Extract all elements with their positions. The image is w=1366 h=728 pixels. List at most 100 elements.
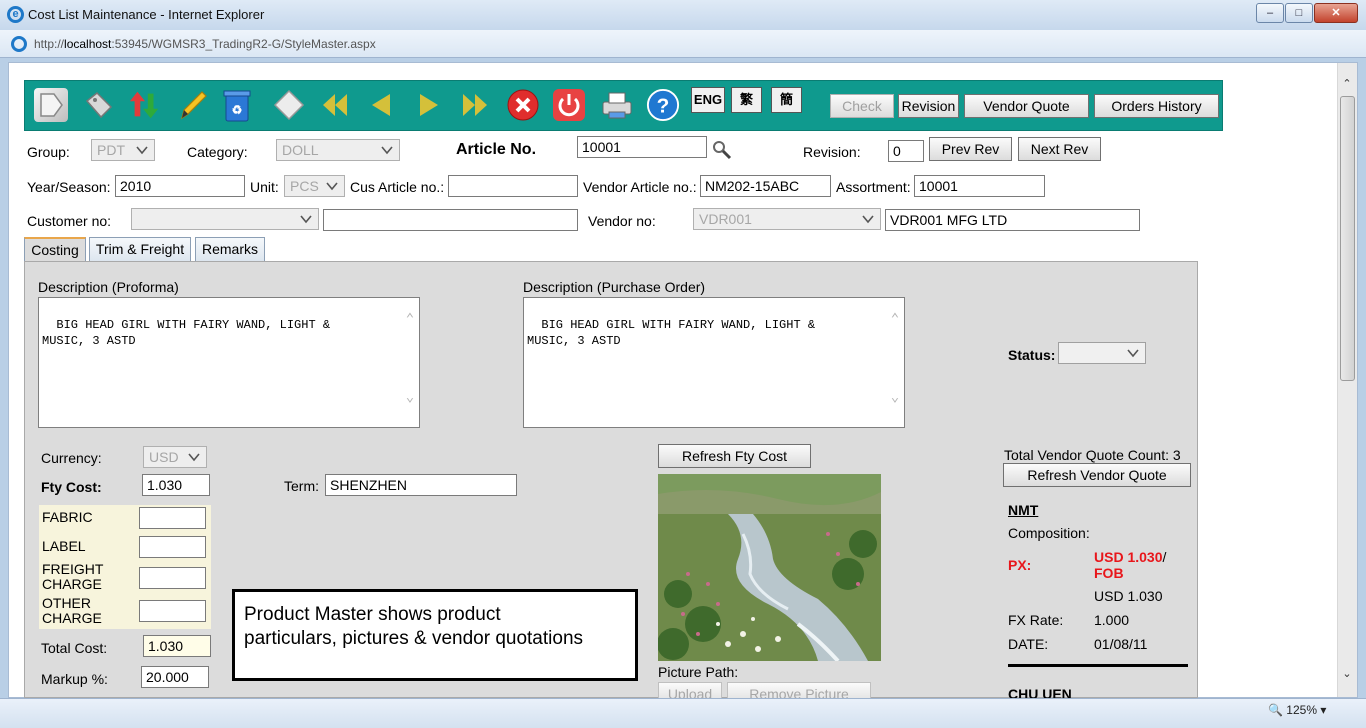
annotation-callout: Product Master shows product particulars… [232, 589, 638, 681]
date-value: 01/08/11 [1094, 636, 1148, 652]
chevron-down-icon [188, 453, 200, 462]
next-icon[interactable] [412, 88, 446, 122]
chevron-down-icon [381, 146, 393, 155]
lang-simplified-button[interactable]: 簡 [771, 87, 802, 113]
total-cost-input[interactable]: 1.030 [143, 635, 211, 657]
scrollbar-thumb[interactable] [1340, 96, 1355, 381]
new-icon[interactable] [34, 88, 68, 122]
edit-icon[interactable] [176, 88, 210, 122]
revision-input[interactable]: 0 [888, 140, 924, 162]
revision-label: Revision: [803, 144, 861, 160]
lang-eng-button[interactable]: ENG [691, 87, 725, 113]
px-label: PX: [1008, 557, 1032, 573]
cost-row-input[interactable] [139, 536, 206, 558]
scroll-down-icon[interactable]: ⌄ [1339, 666, 1355, 682]
px-usd-value: USD 1.030 [1094, 588, 1163, 604]
fx-rate-value: 1.000 [1094, 612, 1130, 628]
tag-icon[interactable] [82, 88, 116, 122]
unit-select[interactable]: PCS [284, 175, 345, 197]
group-select[interactable]: PDT [91, 139, 155, 161]
last-icon[interactable] [458, 88, 492, 122]
vendor-code-link[interactable]: NMT [1008, 502, 1038, 518]
close-button[interactable]: ✕ [1314, 3, 1358, 23]
vendor-no-label: Vendor no: [588, 213, 656, 229]
refresh-fty-cost-button[interactable]: Refresh Fty Cost [658, 444, 811, 468]
vendor-no-select[interactable]: VDR001 [693, 208, 881, 230]
page-ie-icon [11, 36, 27, 52]
ie-logo-icon: e [7, 6, 24, 23]
maximize-button[interactable]: □ [1285, 3, 1313, 23]
clear-icon[interactable] [272, 88, 306, 122]
desc-po-label: Description (Purchase Order) [523, 279, 706, 295]
cost-row-input[interactable] [139, 600, 206, 622]
group-label: Group: [27, 144, 70, 160]
customer-no-label: Customer no: [27, 213, 112, 229]
vendor-divider [1008, 664, 1188, 667]
cancel-icon[interactable] [506, 88, 540, 122]
status-select[interactable] [1058, 342, 1146, 364]
scroll-down-icon[interactable]: ⌄ [888, 390, 902, 406]
unit-label: Unit: [250, 179, 279, 195]
picture-path-label: Picture Path: [658, 664, 739, 680]
prev-rev-button[interactable]: Prev Rev [929, 137, 1012, 161]
cost-row-label: OTHER CHARGE [42, 595, 102, 626]
term-input[interactable]: SHENZHEN [325, 474, 517, 496]
markup-label: Markup %: [41, 671, 108, 687]
fty-cost-label: Fty Cost: [41, 479, 102, 495]
recycle-icon[interactable]: ♻ [220, 88, 254, 122]
url-text[interactable]: http://localhost:53945/WGMSR3_TradingR2-… [34, 37, 376, 51]
cus-article-label: Cus Article no.: [350, 179, 445, 195]
next-rev-button[interactable]: Next Rev [1018, 137, 1101, 161]
first-icon[interactable] [318, 88, 352, 122]
scroll-down-icon[interactable]: ⌄ [403, 390, 417, 406]
vendor-quote-button[interactable]: Vendor Quote [964, 94, 1089, 118]
minimize-button[interactable]: – [1256, 3, 1284, 23]
orders-history-button[interactable]: Orders History [1094, 94, 1219, 118]
refresh-vendor-quote-button[interactable]: Refresh Vendor Quote [1003, 463, 1191, 487]
chevron-down-icon [326, 182, 338, 191]
tab-trim-freight[interactable]: Trim & Freight [89, 237, 191, 261]
year-season-input[interactable]: 2010 [115, 175, 245, 197]
search-icon[interactable] [711, 139, 733, 161]
tab-costing[interactable]: Costing [24, 237, 86, 262]
tab-remarks[interactable]: Remarks [195, 237, 265, 261]
cost-row-label: LABEL [42, 538, 86, 554]
sort-icon[interactable] [128, 88, 162, 122]
markup-input[interactable]: 20.000 [141, 666, 209, 688]
cost-row-input[interactable] [139, 507, 206, 529]
scroll-up-icon[interactable]: ⌃ [1339, 76, 1355, 92]
desc-proforma-textarea[interactable]: BIG HEAD GIRL WITH FAIRY WAND, LIGHT & M… [38, 297, 420, 428]
cost-row-input[interactable] [139, 567, 206, 589]
svg-text:?: ? [657, 95, 670, 118]
lang-traditional-button[interactable]: 繁 [731, 87, 762, 113]
desc-proforma-label: Description (Proforma) [38, 279, 179, 295]
customer-name-input[interactable] [323, 209, 578, 231]
help-icon[interactable]: ? [646, 88, 680, 122]
vendor-name-input[interactable]: VDR001 MFG LTD [885, 209, 1140, 231]
fty-cost-input[interactable]: 1.030 [142, 474, 210, 496]
zoom-icon: 🔍 [1268, 703, 1283, 717]
term-label: Term: [284, 478, 319, 494]
px-term: FOB [1094, 565, 1124, 581]
power-icon[interactable] [552, 88, 586, 122]
desc-po-textarea[interactable]: BIG HEAD GIRL WITH FAIRY WAND, LIGHT & M… [523, 297, 905, 428]
currency-select[interactable]: USD [143, 446, 207, 468]
scroll-up-icon[interactable]: ⌃ [403, 312, 417, 328]
article-no-input[interactable]: 10001 [577, 136, 707, 158]
assortment-input[interactable]: 10001 [914, 175, 1045, 197]
category-label: Category: [187, 144, 248, 160]
vendor-article-input[interactable]: NM202-15ABC [700, 175, 831, 197]
scroll-up-icon[interactable]: ⌃ [888, 312, 902, 328]
customer-no-select[interactable] [131, 208, 319, 230]
callout-line-1: Product Master shows product [244, 604, 501, 625]
check-button[interactable]: Check [830, 94, 894, 118]
svg-text:♻: ♻ [232, 103, 243, 117]
print-icon[interactable] [600, 88, 634, 122]
category-select[interactable]: DOLL [276, 139, 400, 161]
status-label: Status: [1008, 347, 1056, 363]
cus-article-input[interactable] [448, 175, 578, 197]
prev-icon[interactable] [364, 88, 398, 122]
revision-button[interactable]: Revision [898, 94, 959, 118]
composition-label: Composition: [1008, 525, 1090, 541]
zoom-control[interactable]: 🔍 125% ▾ [1268, 703, 1326, 717]
